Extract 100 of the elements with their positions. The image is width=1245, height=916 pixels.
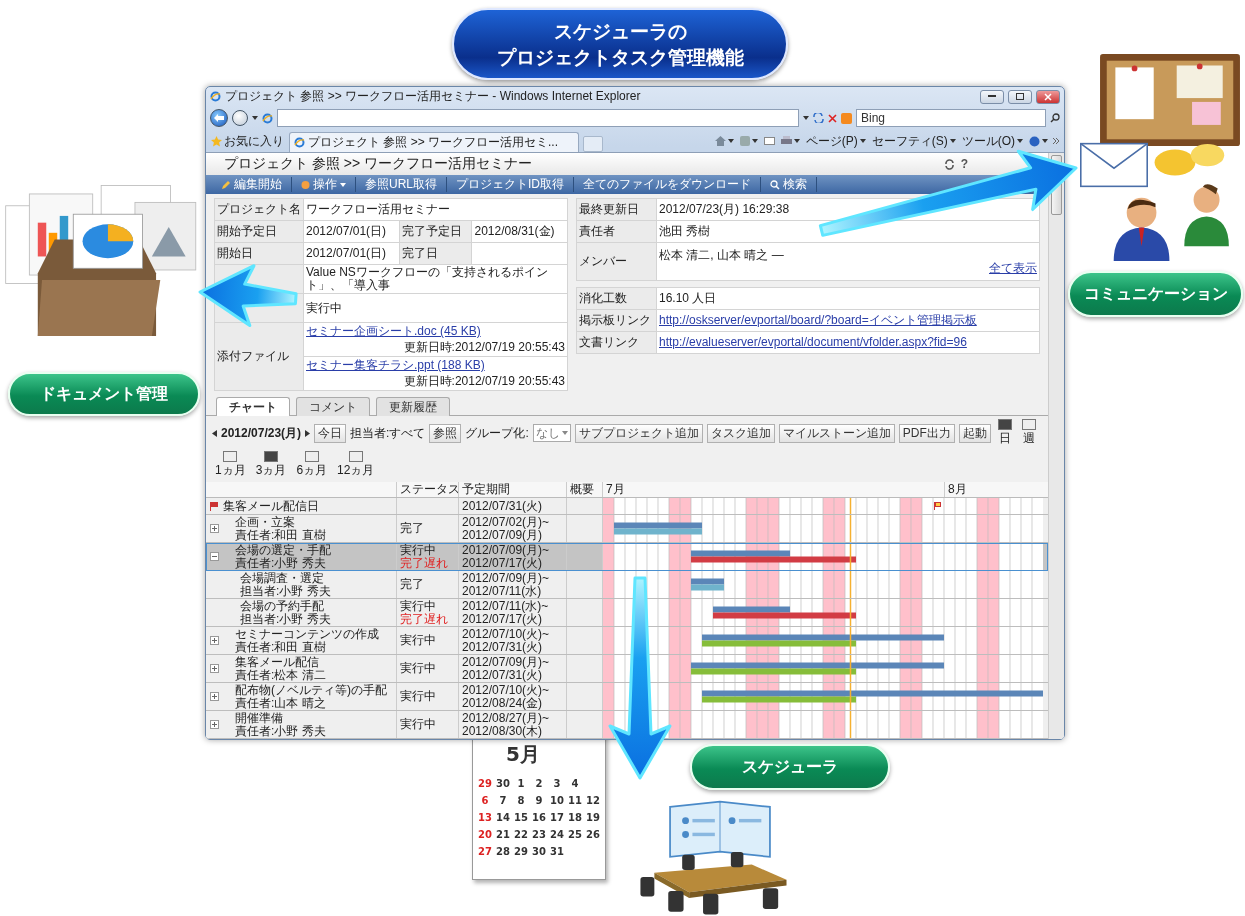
field-label: 開始日	[217, 246, 253, 260]
field-label: メンバー	[579, 254, 627, 268]
task-owner: 責任者:小野 秀夫	[235, 724, 326, 738]
calendar-day: 25	[566, 829, 584, 840]
task-status: 実行中	[400, 662, 437, 675]
column-header: 概要	[566, 482, 602, 497]
action-button[interactable]: マイルストーン追加	[778, 423, 895, 443]
field-label: 完了予定日	[401, 224, 462, 238]
calendar-day: 6	[476, 795, 494, 806]
task-row[interactable]: セミナーコンテンツの作成 責任者:和田 直樹 実行中 2012/07/10(火)~ 2012/07/31(火)	[206, 627, 1048, 655]
task-name: 会場の選定・手配	[235, 543, 331, 557]
calendar-day: 29	[512, 846, 530, 857]
calendar-day: 14	[494, 812, 512, 823]
task-status: 実行中	[400, 718, 437, 731]
calendar-day: 23	[530, 829, 548, 840]
calendar-day: 19	[584, 812, 602, 823]
action-button[interactable]: タスク追加	[706, 423, 775, 443]
calendar-day: 1	[512, 778, 530, 789]
task-name: 会場の予約手配	[240, 599, 324, 613]
group-select[interactable]: なし	[532, 424, 571, 442]
show-all-link[interactable]: 全て表示	[989, 260, 1037, 275]
calendar-day: 7	[494, 795, 512, 806]
calendar-day: 21	[494, 829, 512, 840]
field-label: 文書リンク	[579, 335, 639, 349]
task-name: 配布物(ノベルティ等)の手配	[235, 683, 387, 697]
calendar-day: 16	[530, 812, 548, 823]
task-period: 2012/07/11(水)	[462, 584, 542, 598]
command-menu[interactable]: セーフティ(S)	[870, 132, 957, 150]
action-button[interactable]: 起動	[958, 423, 991, 443]
task-owner: 責任者:和田 直樹	[235, 640, 327, 654]
task-row[interactable]: 集客メール配信日 2012/07/31(火)	[206, 498, 1048, 515]
command-menu[interactable]: ツール(O)	[960, 132, 1024, 150]
scale-button[interactable]: 12ヵ月	[334, 451, 378, 479]
calendar-day: 12	[584, 795, 602, 806]
field-label: 開始予定日	[217, 224, 277, 238]
task-status: 実行中	[400, 543, 436, 557]
toolbar-button[interactable]: 全てのファイルをダウンロード	[574, 177, 761, 192]
delay-status: 完了遅れ	[400, 612, 449, 626]
calendar-day: 11	[566, 795, 584, 806]
task-period: 2012/08/24(金)	[462, 696, 543, 710]
task-period: 2012/07/31(火)	[462, 640, 543, 654]
task-row[interactable]: 会場の選定・手配 責任者:小野 秀夫 実行中 完了遅れ 2012/07/09(月)~ 2012/07/17(火)	[206, 543, 1048, 571]
search-field[interactable]: Bing	[856, 109, 1046, 127]
toolbar-button[interactable]: プロジェクトID取得	[447, 177, 574, 192]
help-link[interactable]: ?	[960, 157, 968, 171]
field-value: 2012/08/31(金)	[474, 224, 555, 238]
tab[interactable]: コメント	[296, 397, 370, 416]
file-link[interactable]: セミナー集客チラシ.ppt (188 KB)	[306, 359, 565, 372]
field-value: 松本 清二, 山本 晴之 —	[659, 248, 785, 262]
column-header: ステータス	[396, 482, 458, 497]
task-period: 2012/07/09(月)	[462, 528, 543, 542]
scale-button[interactable]: 1ヵ月	[212, 451, 249, 479]
section-label: スケジューラ	[690, 744, 890, 790]
favorites-button[interactable]: お気に入り	[210, 132, 285, 150]
task-row[interactable]: 企画・立案 責任者:和田 直樹 完了 2012/07/02(月)~ 2012/07/09(月)	[206, 515, 1048, 543]
field-label: 責任者	[579, 224, 615, 238]
task-name: セミナーコンテンツの作成	[235, 627, 379, 641]
toolbar-button[interactable]: 編集開始	[212, 177, 292, 192]
calendar-day: 22	[512, 829, 530, 840]
calendar-day: 29	[476, 778, 494, 789]
calendar-day: 31	[548, 846, 566, 857]
action-button[interactable]: サブプロジェクト追加	[574, 423, 703, 443]
updated-time: 更新日時:2012/07/19 20:55:43	[403, 374, 565, 388]
browser-tab[interactable]: プロジェクト 参照 >> ワークフロー活用セミ...	[289, 132, 579, 152]
section-label: ドキュメント管理	[8, 372, 200, 416]
current-date: 2012/07/23(月)	[221, 424, 302, 442]
task-row[interactable]: 開催準備 責任者:小野 秀夫 実行中 2012/08/27(月)~ 2012/08/30(木)	[206, 711, 1048, 739]
file-link[interactable]: セミナー企画シート.doc (45 KB)	[306, 325, 565, 338]
toolbar-button[interactable]: 参照URL取得	[356, 177, 447, 192]
field-value: 2012/07/23(月) 16:29:38	[659, 203, 791, 216]
field-label: 消化工数	[579, 291, 627, 305]
scale-button[interactable]: 6ヵ月	[293, 451, 331, 479]
task-row[interactable]: 集客メール配信 責任者:松本 清二 実行中 2012/07/09(月)~ 2012/07/31(火)	[206, 655, 1048, 683]
task-row[interactable]: 配布物(ノベルティ等)の手配 責任者:山本 晴之 実行中 2012/07/10(火)~ 2012/08/24(金)	[206, 683, 1048, 711]
browse-button[interactable]: 参照	[429, 423, 462, 443]
toolbar-button[interactable]: 操作	[292, 177, 356, 192]
field-label: 添付ファイル	[217, 349, 289, 363]
tab[interactable]: 更新履歴	[376, 397, 450, 416]
updated-time: 更新日時:2012/07/19 20:55:43	[403, 340, 565, 354]
section-label: コミュニケーション	[1068, 271, 1243, 317]
task-row[interactable]: 会場調査・選定 担当者:小野 秀夫 完了 2012/07/09(月)~ 2012/07/11(水)	[206, 571, 1048, 599]
task-row[interactable]: 会場の予約手配 担当者:小野 秀夫 実行中 完了遅れ 2012/07/11(水)~ 2012/07/17(火)	[206, 599, 1048, 627]
command-menu[interactable]: ページ(P)	[804, 132, 867, 150]
task-period: 2012/08/30(木)	[462, 724, 543, 738]
task-period: 2012/07/31(火)	[462, 668, 543, 682]
calendar-day: 8	[512, 795, 530, 806]
task-period: 2012/07/10(火)~	[462, 627, 551, 641]
task-name: 企画・立案	[235, 515, 296, 529]
scale-button[interactable]: 週	[1018, 419, 1039, 447]
tab[interactable]: チャート	[216, 397, 290, 416]
task-period: 2012/07/10(火)~	[462, 683, 551, 697]
task-period: 2012/07/11(水)~	[462, 599, 550, 613]
scale-button[interactable]: 日	[994, 419, 1015, 447]
toolbar-button[interactable]: 検索	[761, 177, 817, 192]
calendar-day: 28	[494, 846, 512, 857]
scale-button[interactable]: 3ヵ月	[252, 451, 290, 479]
today-button[interactable]: 今日	[314, 423, 347, 443]
month-header: 7月	[602, 482, 944, 497]
action-button[interactable]: PDF出力	[898, 423, 955, 443]
calendar-day: 13	[476, 812, 494, 823]
